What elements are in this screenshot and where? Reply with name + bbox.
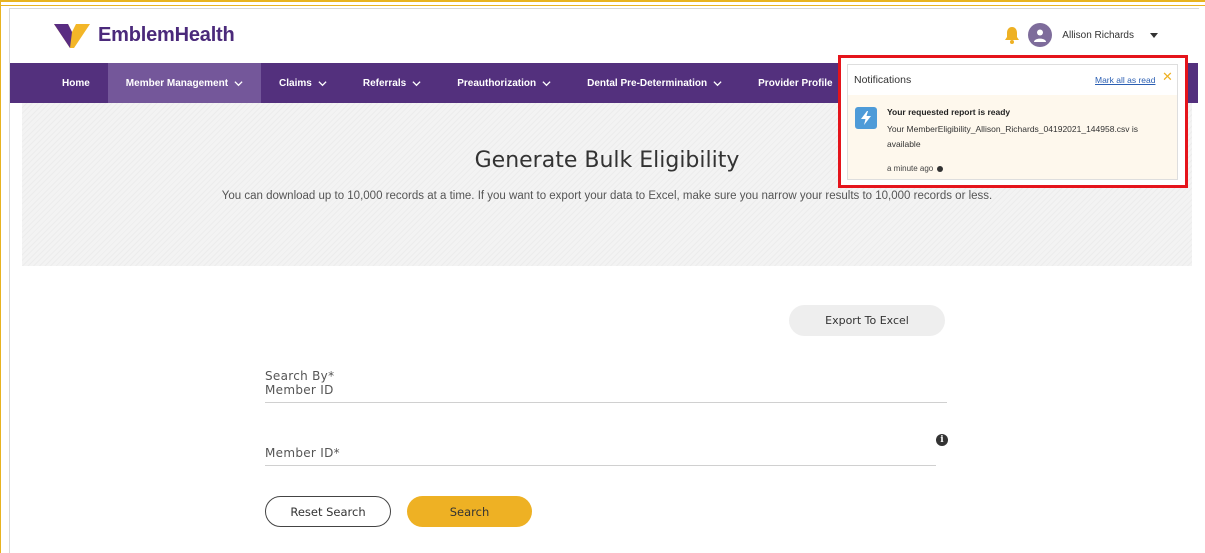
search-by-underline xyxy=(265,402,947,403)
notifications-highlight: Notifications Mark all as read ✕ Your re… xyxy=(838,55,1188,188)
brand-logo[interactable]: EmblemHealth xyxy=(54,22,235,48)
search-button[interactable]: Search xyxy=(407,496,532,527)
search-by-label: Search By* xyxy=(265,369,335,383)
emblem-logo-icon xyxy=(54,24,90,48)
user-menu[interactable]: Allison Richards xyxy=(1004,23,1158,47)
export-to-excel-button[interactable]: Export To Excel xyxy=(789,305,945,336)
notification-title: Your requested report is ready xyxy=(887,107,1011,117)
notifications-header: Notifications Mark all as read ✕ xyxy=(848,65,1177,95)
nav-item-label: Dental Pre-Determination xyxy=(587,77,708,89)
nav-item-label: Home xyxy=(62,77,90,89)
nav-item-preauthorization[interactable]: Preauthorization xyxy=(439,63,569,103)
chevron-down-icon xyxy=(318,80,327,86)
chevron-down-icon xyxy=(542,80,551,86)
user-name[interactable]: Allison Richards xyxy=(1062,30,1134,41)
frame-accent-line xyxy=(0,5,1205,6)
nav-item-label: Member Management xyxy=(125,77,229,89)
nav-item-claims[interactable]: Claims xyxy=(261,63,345,103)
close-icon[interactable]: ✕ xyxy=(1162,70,1173,85)
notification-timestamp: a minute ago xyxy=(887,164,934,173)
nav-item-home[interactable]: Home xyxy=(10,63,108,103)
page-subtitle: You can download up to 10,000 records at… xyxy=(221,190,993,202)
notifications-panel: Notifications Mark all as read ✕ Your re… xyxy=(847,64,1178,180)
mark-all-read-link[interactable]: Mark all as read xyxy=(1095,75,1155,85)
member-id-underline xyxy=(265,465,936,466)
chevron-down-icon xyxy=(412,80,421,86)
bell-icon[interactable] xyxy=(1004,26,1020,44)
search-by-select[interactable]: Member ID xyxy=(265,383,334,397)
nav-item-label: Preauthorization xyxy=(457,77,537,89)
nav-item-label: Provider Profile xyxy=(758,77,833,89)
user-avatar-icon[interactable] xyxy=(1028,23,1053,47)
notification-time: a minute ago xyxy=(887,164,944,173)
nav-item-member-management[interactable]: Member Management xyxy=(107,63,262,103)
brand-name: EmblemHealth xyxy=(98,23,235,46)
notification-item[interactable]: Your requested report is ready Your Memb… xyxy=(848,95,1177,179)
chevron-down-icon xyxy=(713,80,722,86)
nav-item-dental-pre-determination[interactable]: Dental Pre-Determination xyxy=(569,63,740,103)
caret-down-icon[interactable] xyxy=(1150,32,1158,38)
nav-item-label: Claims xyxy=(279,77,312,89)
lightning-bolt-icon xyxy=(855,107,877,129)
reset-search-button[interactable]: Reset Search xyxy=(265,496,391,527)
member-id-input[interactable]: Member ID* xyxy=(265,446,340,460)
chevron-down-icon xyxy=(234,80,243,86)
nav-item-referrals[interactable]: Referrals xyxy=(345,63,439,103)
nav-item-label: Referrals xyxy=(362,77,407,89)
info-icon[interactable]: i xyxy=(936,434,948,446)
unread-dot-icon xyxy=(937,165,944,172)
notification-body: Your MemberEligibility_Allison_Richards_… xyxy=(887,124,1139,149)
notifications-title: Notifications xyxy=(854,74,912,86)
nav-item-provider-profile[interactable]: Provider Profile xyxy=(740,63,850,103)
